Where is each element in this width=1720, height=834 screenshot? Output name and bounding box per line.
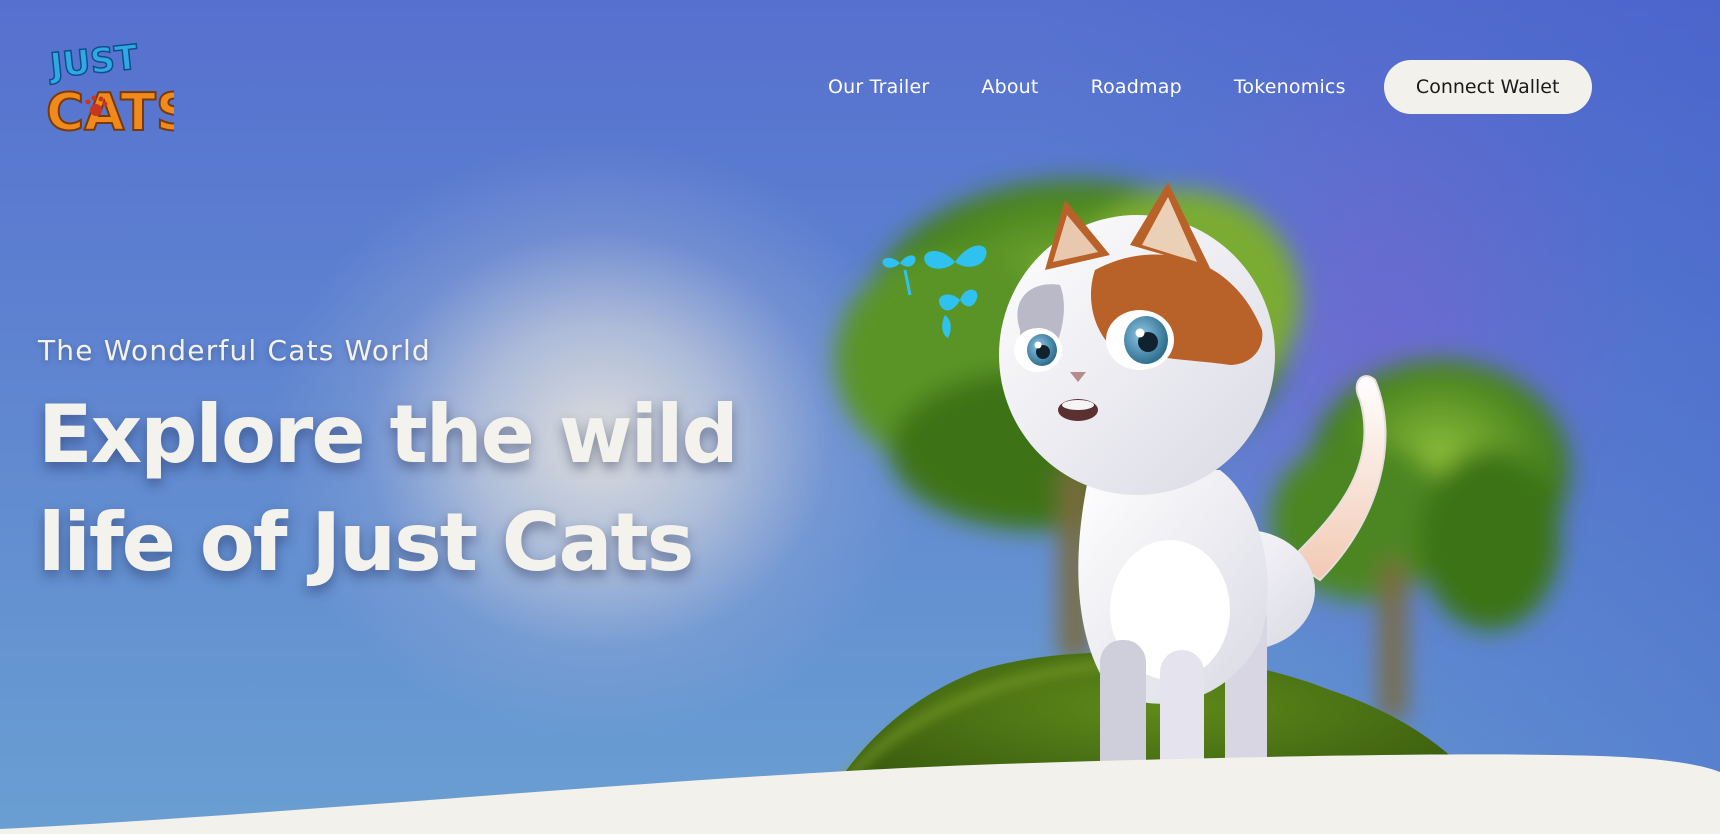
nav-link-about[interactable]: About [981, 61, 1038, 113]
site-header: JUST CATS Our Trailer About Roadmap Toke… [0, 0, 1720, 170]
nav-link-roadmap[interactable]: Roadmap [1091, 61, 1182, 113]
hero-page: JUST CATS Our Trailer About Roadmap Toke… [0, 0, 1720, 834]
hero-subtitle: The Wonderful Cats World [38, 334, 431, 367]
nav-link-tokenomics[interactable]: Tokenomics [1234, 61, 1346, 113]
hero-title: Explore the wild life of Just Cats [38, 388, 739, 589]
hero-section: The Wonderful Cats World Explore the wil… [38, 334, 758, 597]
just-cats-logo[interactable]: JUST CATS [44, 32, 174, 142]
nav-link-our-trailer[interactable]: Our Trailer [828, 61, 929, 113]
main-nav: Our Trailer About Roadmap Tokenomics Con… [828, 60, 1592, 114]
bottom-wave [0, 754, 1720, 834]
logo-text-cats: CATS [46, 83, 174, 142]
logo-text-just: JUST [46, 37, 140, 86]
connect-wallet-button[interactable]: Connect Wallet [1383, 60, 1592, 114]
